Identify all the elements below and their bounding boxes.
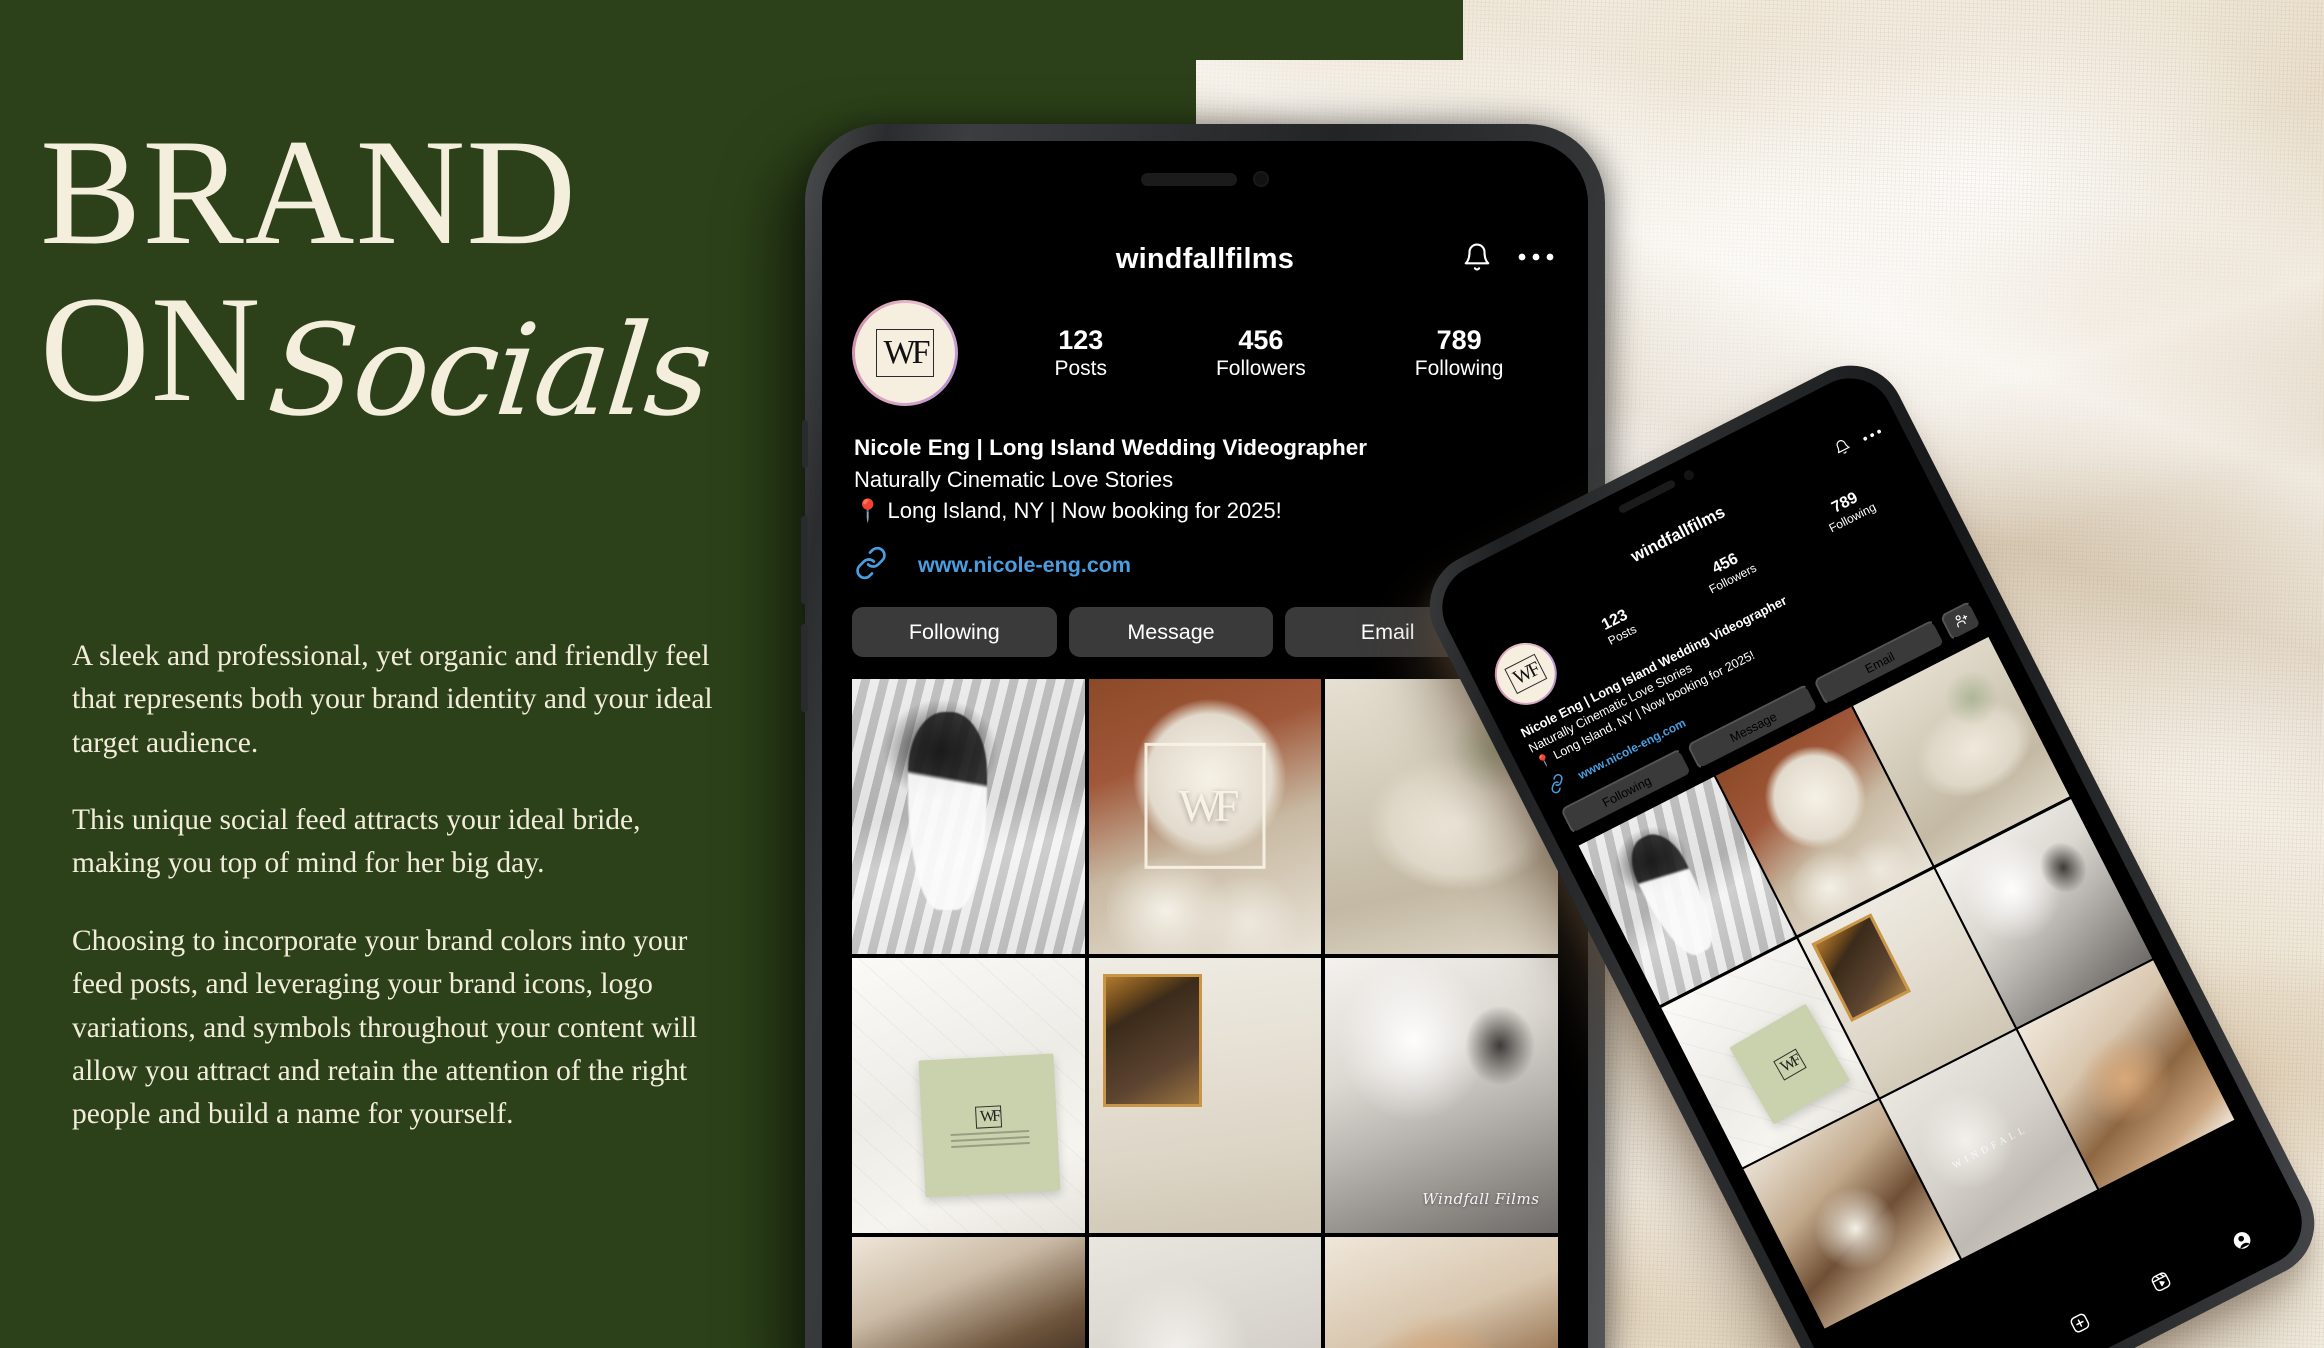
post-dress-detail[interactable] bbox=[852, 1236, 1085, 1348]
profile-bio: Nicole Eng | Long Island Wedding Videogr… bbox=[822, 406, 1588, 526]
post-watermark: Windfall Films bbox=[1422, 1189, 1540, 1208]
phone-volume-up-button[interactable] bbox=[801, 516, 808, 604]
slide-canvas: BRAND ON Socials A sleek and professiona… bbox=[0, 0, 2324, 1348]
earpiece-speaker bbox=[1141, 172, 1237, 186]
more-options-icon[interactable] bbox=[1518, 251, 1554, 263]
bio-location: Long Island, NY | Now booking for 2025! bbox=[887, 498, 1282, 524]
stat-posts-2[interactable]: 123 Posts bbox=[1598, 606, 1639, 648]
nav-create-icon[interactable] bbox=[2066, 1309, 2095, 1340]
page-title: BRAND ON Socials bbox=[40, 108, 780, 444]
profile-link-url[interactable]: www.nicole-eng.com bbox=[918, 553, 1131, 578]
bell-icon-2[interactable] bbox=[1831, 436, 1855, 463]
phone2-front-camera-icon bbox=[1682, 468, 1696, 482]
instagram-profile-screen: windfallfilms WF 123 Posts 456 Followers… bbox=[822, 225, 1588, 1348]
avatar[interactable]: WF bbox=[852, 300, 958, 406]
front-camera-icon bbox=[1253, 171, 1269, 187]
bio-tagline: Naturally Cinematic Love Stories bbox=[854, 466, 1174, 492]
nav-profile-icon[interactable] bbox=[2229, 1226, 2258, 1257]
location-pin-icon: 📍 bbox=[854, 498, 882, 524]
add-person-icon-2 bbox=[1951, 610, 1973, 633]
profile-header: WF 123 Posts 456 Followers 789 Following bbox=[822, 282, 1588, 406]
bio-location-row: 📍 Long Island, NY | Now booking for 2025… bbox=[854, 495, 1556, 526]
post-couple-portrait-room[interactable] bbox=[1088, 957, 1322, 1233]
post-bw-first-dance[interactable] bbox=[852, 679, 1085, 954]
link-chain-icon bbox=[854, 546, 888, 585]
stat-posts-value: 123 bbox=[1058, 325, 1104, 356]
headline-word-socials: Socials bbox=[261, 296, 717, 444]
post-wedding-cake-wf-frame[interactable]: WF bbox=[1088, 679, 1322, 954]
stat-followers-label: Followers bbox=[1215, 356, 1306, 380]
stat-posts[interactable]: 123 Posts bbox=[1054, 325, 1107, 381]
phone-volume-down-button[interactable] bbox=[801, 624, 808, 712]
stat-following[interactable]: 789 Following bbox=[1415, 325, 1504, 381]
stat-followers[interactable]: 456 Followers bbox=[1216, 325, 1306, 381]
bell-icon[interactable] bbox=[1462, 241, 1492, 273]
paragraph-3: Choosing to incorporate your brand color… bbox=[72, 924, 698, 1131]
brand-card-monogram-2: WF bbox=[1773, 1048, 1808, 1081]
profile-stats: 123 Posts 456 Followers 789 Following bbox=[986, 325, 1558, 381]
post-wf-frame-label: WF bbox=[1144, 742, 1266, 869]
bio-display-name: Nicole Eng | Long Island Wedding Videogr… bbox=[854, 435, 1368, 460]
stat-followers-value: 456 bbox=[1238, 325, 1284, 356]
stat-posts-label: Posts bbox=[1054, 356, 1107, 380]
phone2-earpiece-speaker bbox=[1617, 478, 1677, 515]
avatar-monogram-2: WF bbox=[1504, 653, 1548, 695]
post-laptop-workspace[interactable]: WINDFALL bbox=[1088, 1236, 1322, 1348]
stat-followers-2[interactable]: 456 Followers bbox=[1698, 545, 1759, 596]
post-hands-rings[interactable] bbox=[1325, 1236, 1558, 1348]
phone-mute-switch[interactable] bbox=[802, 420, 808, 468]
brand-card: WF bbox=[918, 1053, 1061, 1198]
paragraph-1: A sleek and professional, yet organic an… bbox=[72, 640, 713, 759]
stat-following-2[interactable]: 789 Following bbox=[1818, 484, 1879, 535]
headline-line-one: BRAND bbox=[40, 108, 578, 276]
paragraph-2: This unique social feed attracts your id… bbox=[72, 804, 641, 880]
brand-card-monogram: WF bbox=[975, 1104, 1003, 1129]
profile-photo-grid: WF WF Windfall Films bbox=[822, 657, 1588, 1348]
following-button[interactable]: Following bbox=[852, 607, 1057, 658]
more-options-icon-2[interactable] bbox=[1859, 422, 1885, 447]
instagram-top-bar: windfallfilms bbox=[822, 225, 1588, 282]
phone-notch bbox=[1119, 161, 1291, 197]
post-brand-stationery-card[interactable]: WF bbox=[852, 957, 1085, 1233]
stat-following-value: 789 bbox=[1436, 325, 1482, 356]
avatar-monogram: WF bbox=[876, 329, 934, 377]
body-copy: A sleek and professional, yet organic an… bbox=[72, 635, 732, 1137]
message-button[interactable]: Message bbox=[1068, 607, 1274, 658]
post-bride-veil-watermark[interactable]: Windfall Films bbox=[1325, 957, 1558, 1233]
nav-reels-icon[interactable] bbox=[2147, 1268, 2176, 1299]
profile-username: windfallfilms bbox=[1115, 243, 1295, 275]
phone-screen: windfallfilms WF 123 Posts 456 Followers… bbox=[822, 141, 1588, 1348]
stat-following-label: Following bbox=[1414, 356, 1504, 380]
headline-word-on: ON bbox=[40, 264, 262, 433]
phone-mockup-front: windfallfilms WF 123 Posts 456 Followers… bbox=[801, 124, 1609, 1348]
